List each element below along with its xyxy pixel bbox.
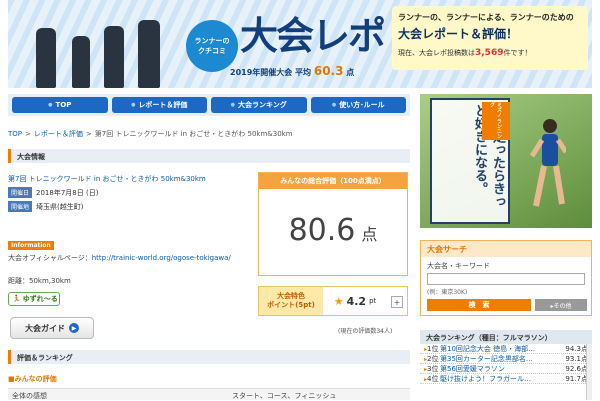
runner-icon: 🏃: [12, 295, 21, 303]
ranking-row[interactable]: 4位 駆け抜けよう！フラガール… 91.7点: [420, 374, 592, 384]
search-example: (例：東京30K): [427, 289, 468, 296]
yuru-label: ゆずれ〜る: [22, 295, 58, 303]
posted-prefix: 現在、大会レポ投稿数は: [398, 49, 475, 57]
runner-silhouette: [36, 28, 56, 88]
rank-score: 92.6点: [565, 364, 588, 373]
main-nav: TOP レポート＆評価 大会ランキング 使い方･ルール: [8, 94, 410, 116]
event-search-panel: 大会サーチ 大会名・キーワード (例：東京30K) 検 索 ▸その他: [420, 240, 592, 316]
date-tag: 開催日: [8, 187, 33, 198]
breadcrumb-separator: >: [25, 130, 31, 138]
feature-label: 大会特色 ポイント(5pt): [259, 287, 323, 315]
ranking-row[interactable]: 2位 第35回カーター記念黒部名… 93.1点: [420, 354, 592, 364]
arrow-right-icon: ▶: [69, 323, 79, 333]
breadcrumb-top[interactable]: TOP: [8, 130, 22, 138]
everyone-rating-label: ■みんなの評価: [8, 375, 57, 383]
breadcrumb-report[interactable]: レポート＆評価: [34, 130, 83, 138]
runner-silhouette: [72, 36, 90, 88]
feature-points-box: 大会特色 ポイント(5pt) ★ 4.2 pt +: [258, 286, 408, 316]
promo-count: 現在、大会レポ投稿数は3,569件です！: [398, 48, 582, 58]
ranking-title: 大会ランキング（種目：フルマラソン）: [420, 330, 592, 344]
rank-position: 2位: [424, 354, 440, 364]
date-row: 開催日 2018年7月8日 (日): [8, 187, 98, 198]
nav-ranking[interactable]: 大会ランキング: [211, 97, 307, 113]
place-tag: 開催地: [8, 201, 33, 212]
ranking-row[interactable]: 3位 第56回愛媛マラソン 92.6点: [420, 364, 592, 374]
information-tag: Information: [8, 241, 54, 250]
rank-score: 94.3点: [565, 344, 588, 353]
posted-suffix: 件です！: [503, 49, 532, 57]
feature-points: ★ 4.2 pt: [323, 287, 387, 315]
event-distance: 距離：50km,30km: [8, 277, 71, 285]
guide-label: 大会ガイド: [25, 323, 65, 333]
overall-score-box: みんなの総合評価（100点満点） 80.6 点: [258, 172, 408, 276]
official-link[interactable]: http://trainic-world.org/ogose-tokigawa/: [92, 254, 231, 262]
event-name[interactable]: 第7回 トレニックワールド in おごせ・ときがわ 50km&30km: [8, 174, 206, 184]
feature-label-line2: ポイント(5pt): [267, 301, 315, 309]
score-value-wrap: 80.6 点: [259, 213, 407, 248]
rank-score: 93.1点: [565, 354, 588, 363]
table-col-overall: 全体の感想: [12, 392, 47, 400]
search-label: 大会名・キーワード: [427, 262, 490, 270]
promo-headline: 大会レポート＆評価！: [398, 27, 519, 41]
header-banner[interactable]: ランナーの クチコミ 大会レポ 2019年開催大会 平均 60.3 点 ランナー…: [8, 0, 592, 88]
ranking-row[interactable]: 1位 第10回記念大会 徳島・海部… 94.3点: [420, 344, 592, 354]
rank-event-name[interactable]: 第56回愛媛マラソン: [440, 364, 560, 374]
rank-score: 91.7点: [565, 374, 588, 383]
rating-count: (現在の評価数34人): [338, 328, 393, 335]
table-col-course: スタート、コース、フィニッシュ: [232, 392, 337, 400]
breadcrumb: TOP > レポート＆評価 > 第7回 トレニックワールド in おごせ・ときがわ 50…: [8, 129, 293, 139]
nav-top[interactable]: TOP: [12, 97, 108, 113]
official-label: 大会オフィシャルページ：: [8, 254, 92, 262]
feature-value: 4.2: [346, 294, 367, 308]
subtitle-suffix: 点: [346, 68, 355, 77]
yuru-badge[interactable]: 🏃 ゆずれ〜る: [8, 292, 60, 306]
search-buttons: 検 索 ▸その他: [427, 299, 587, 311]
ad-corner-label: ミズノ ランニング: [482, 102, 510, 140]
section-header-rating: 評価＆ランキング: [8, 350, 410, 364]
rank-event-name[interactable]: 第35回カーター記念黒部名…: [440, 354, 560, 364]
average-score: 60.3: [313, 64, 344, 78]
score-header: みんなの総合評価（100点満点）: [259, 173, 407, 189]
search-input[interactable]: [427, 273, 585, 285]
score-unit: 点: [361, 225, 378, 244]
event-date: 2018年7月8日 (日): [36, 188, 99, 197]
kuchikomi-line2: クチコミ: [198, 47, 226, 55]
rank-position: 4位: [424, 374, 440, 384]
scrollbar[interactable]: [586, 344, 592, 400]
score-value: 80.6: [288, 213, 356, 248]
expand-button[interactable]: +: [391, 296, 403, 308]
ranking-panel: 大会ランキング（種目：フルマラソン） 1位 第10回記念大会 徳島・海部… 94…: [420, 330, 592, 400]
feature-label-line1: 大会特色: [277, 292, 305, 300]
search-button[interactable]: 検 索: [427, 299, 531, 311]
site-logo[interactable]: 大会レポ: [240, 14, 386, 58]
advertisement-banner[interactable]: 一度走ったらきっと好きになる。 ミズノ ランニング: [420, 94, 592, 228]
other-button[interactable]: ▸その他: [535, 299, 587, 311]
breadcrumb-current: 第7回 トレニックワールド in おごせ・ときがわ 50km&30km: [94, 130, 293, 138]
official-page: 大会オフィシャルページ：http://trainic-world.org/ogo…: [8, 253, 238, 264]
nav-howto[interactable]: 使い方･ルール: [310, 97, 406, 113]
rank-position: 3位: [424, 364, 440, 374]
rating-table-header: 全体の感想 スタート、コース、フィニッシュ: [8, 388, 410, 400]
breadcrumb-separator: >: [85, 130, 92, 138]
star-icon: ★: [333, 294, 344, 308]
event-guide-button[interactable]: 大会ガイド ▶: [10, 317, 94, 339]
runner-silhouette: [104, 26, 124, 88]
promo-tagline: ランナーの、ランナーによる、ランナーのための: [398, 13, 574, 22]
rank-event-name[interactable]: 第10回記念大会 徳島・海部…: [440, 344, 560, 354]
runner-silhouette: [138, 20, 160, 88]
place-row: 開催地 埼玉県(越生町): [8, 201, 83, 212]
rank-event-name[interactable]: 駆け抜けよう！フラガール…: [440, 374, 560, 384]
search-title: 大会サーチ: [421, 241, 591, 257]
kuchikomi-line1: ランナーの: [194, 37, 230, 45]
posted-count: 3,569: [475, 48, 504, 58]
nav-report[interactable]: レポート＆評価: [111, 97, 207, 113]
rank-position: 1位: [424, 344, 440, 354]
event-place: 埼玉県(越生町): [36, 202, 84, 211]
feature-unit: pt: [369, 297, 377, 305]
section-header-info: 大会情報: [8, 149, 410, 163]
banner-subtitle: 2019年開催大会 平均 60.3 点: [230, 64, 354, 78]
runner-illustration: [530, 119, 566, 207]
subtitle-prefix: 2019年開催大会 平均: [230, 68, 312, 77]
banner-promo: ランナーの、ランナーによる、ランナーのための 大会レポート＆評価！ 現在、大会レ…: [392, 6, 588, 70]
